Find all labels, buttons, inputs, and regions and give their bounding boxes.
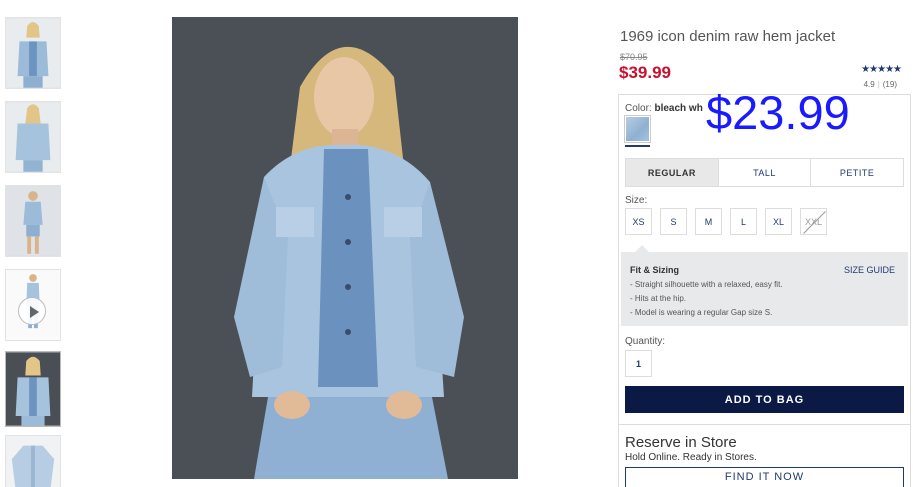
size-option-l[interactable]: L [730, 208, 757, 235]
tab-regular[interactable]: REGULAR [626, 159, 719, 186]
size-option-xxl[interactable]: XXL [800, 208, 827, 235]
rating-value: 4.9 [863, 80, 875, 89]
color-label-prefix: Color: [625, 103, 652, 114]
options-box-border-left [618, 94, 619, 487]
tab-tall[interactable]: TALL [719, 159, 812, 186]
review-count: (19) [882, 80, 897, 89]
size-options: XS S M L XL XXL [625, 208, 827, 235]
add-to-bag-button[interactable]: ADD TO BAG [625, 386, 904, 413]
reserve-in-store-subtitle: Hold Online. Ready in Stores. [625, 452, 757, 463]
fit-bullet: - Straight silhouette with a relaxed, ea… [630, 280, 783, 289]
fit-sizing-list: - Straight silhouette with a relaxed, ea… [630, 278, 783, 320]
fit-sizing-box: Fit & Sizing SIZE GUIDE - Straight silho… [621, 245, 908, 326]
find-it-now-button[interactable]: FIND IT NOW [625, 467, 904, 487]
size-option-s[interactable]: S [660, 208, 687, 235]
fit-bullet: - Model is wearing a regular Gap size S. [630, 308, 773, 317]
rating-separator: | [877, 80, 880, 89]
rating-stars-icon[interactable]: ★★★★★ [861, 64, 902, 75]
rating-summary[interactable]: 4.9 | (19) [864, 80, 897, 89]
section-divider [618, 424, 911, 425]
main-product-image[interactable] [172, 17, 518, 479]
swatch-selected-indicator [625, 145, 650, 147]
selected-color-name: bleach wh [654, 103, 703, 114]
color-swatch-bleach-wash[interactable] [624, 115, 651, 143]
thumbnail-flat-lay[interactable] [5, 435, 61, 487]
thumbnail-front[interactable] [5, 17, 61, 89]
color-label: Color: bleach wh [625, 103, 703, 114]
size-label: Size: [625, 195, 648, 206]
size-option-xl[interactable]: XL [765, 208, 792, 235]
quantity-label: Quantity: [625, 336, 666, 347]
thumbnail-main-selected[interactable] [5, 351, 61, 427]
overlay-price-annotation: $23.99 [706, 86, 850, 139]
size-option-xs[interactable]: XS [625, 208, 652, 235]
size-option-m[interactable]: M [695, 208, 722, 235]
thumbnail-video[interactable] [5, 269, 61, 341]
original-price: $70.95 [620, 52, 648, 62]
sale-price: $39.99 [619, 63, 671, 82]
fit-bullet: - Hits at the hip. [630, 294, 687, 303]
play-icon[interactable] [18, 297, 46, 325]
size-guide-link[interactable]: SIZE GUIDE [844, 265, 895, 275]
thumbnail-full-body[interactable] [5, 185, 61, 257]
quantity-input[interactable]: 1 [625, 350, 652, 377]
product-detail-panel: 1969 icon denim raw hem jacket $70.95 $3… [618, 0, 913, 487]
fit-tabs: REGULAR TALL PETITE [625, 158, 904, 187]
product-title: 1969 icon denim raw hem jacket [620, 28, 836, 45]
reserve-in-store-title: Reserve in Store [625, 434, 737, 451]
fit-sizing-title: Fit & Sizing [630, 265, 679, 275]
thumbnail-back[interactable] [5, 101, 61, 173]
options-box-border-right [910, 94, 911, 487]
tab-petite[interactable]: PETITE [811, 159, 903, 186]
